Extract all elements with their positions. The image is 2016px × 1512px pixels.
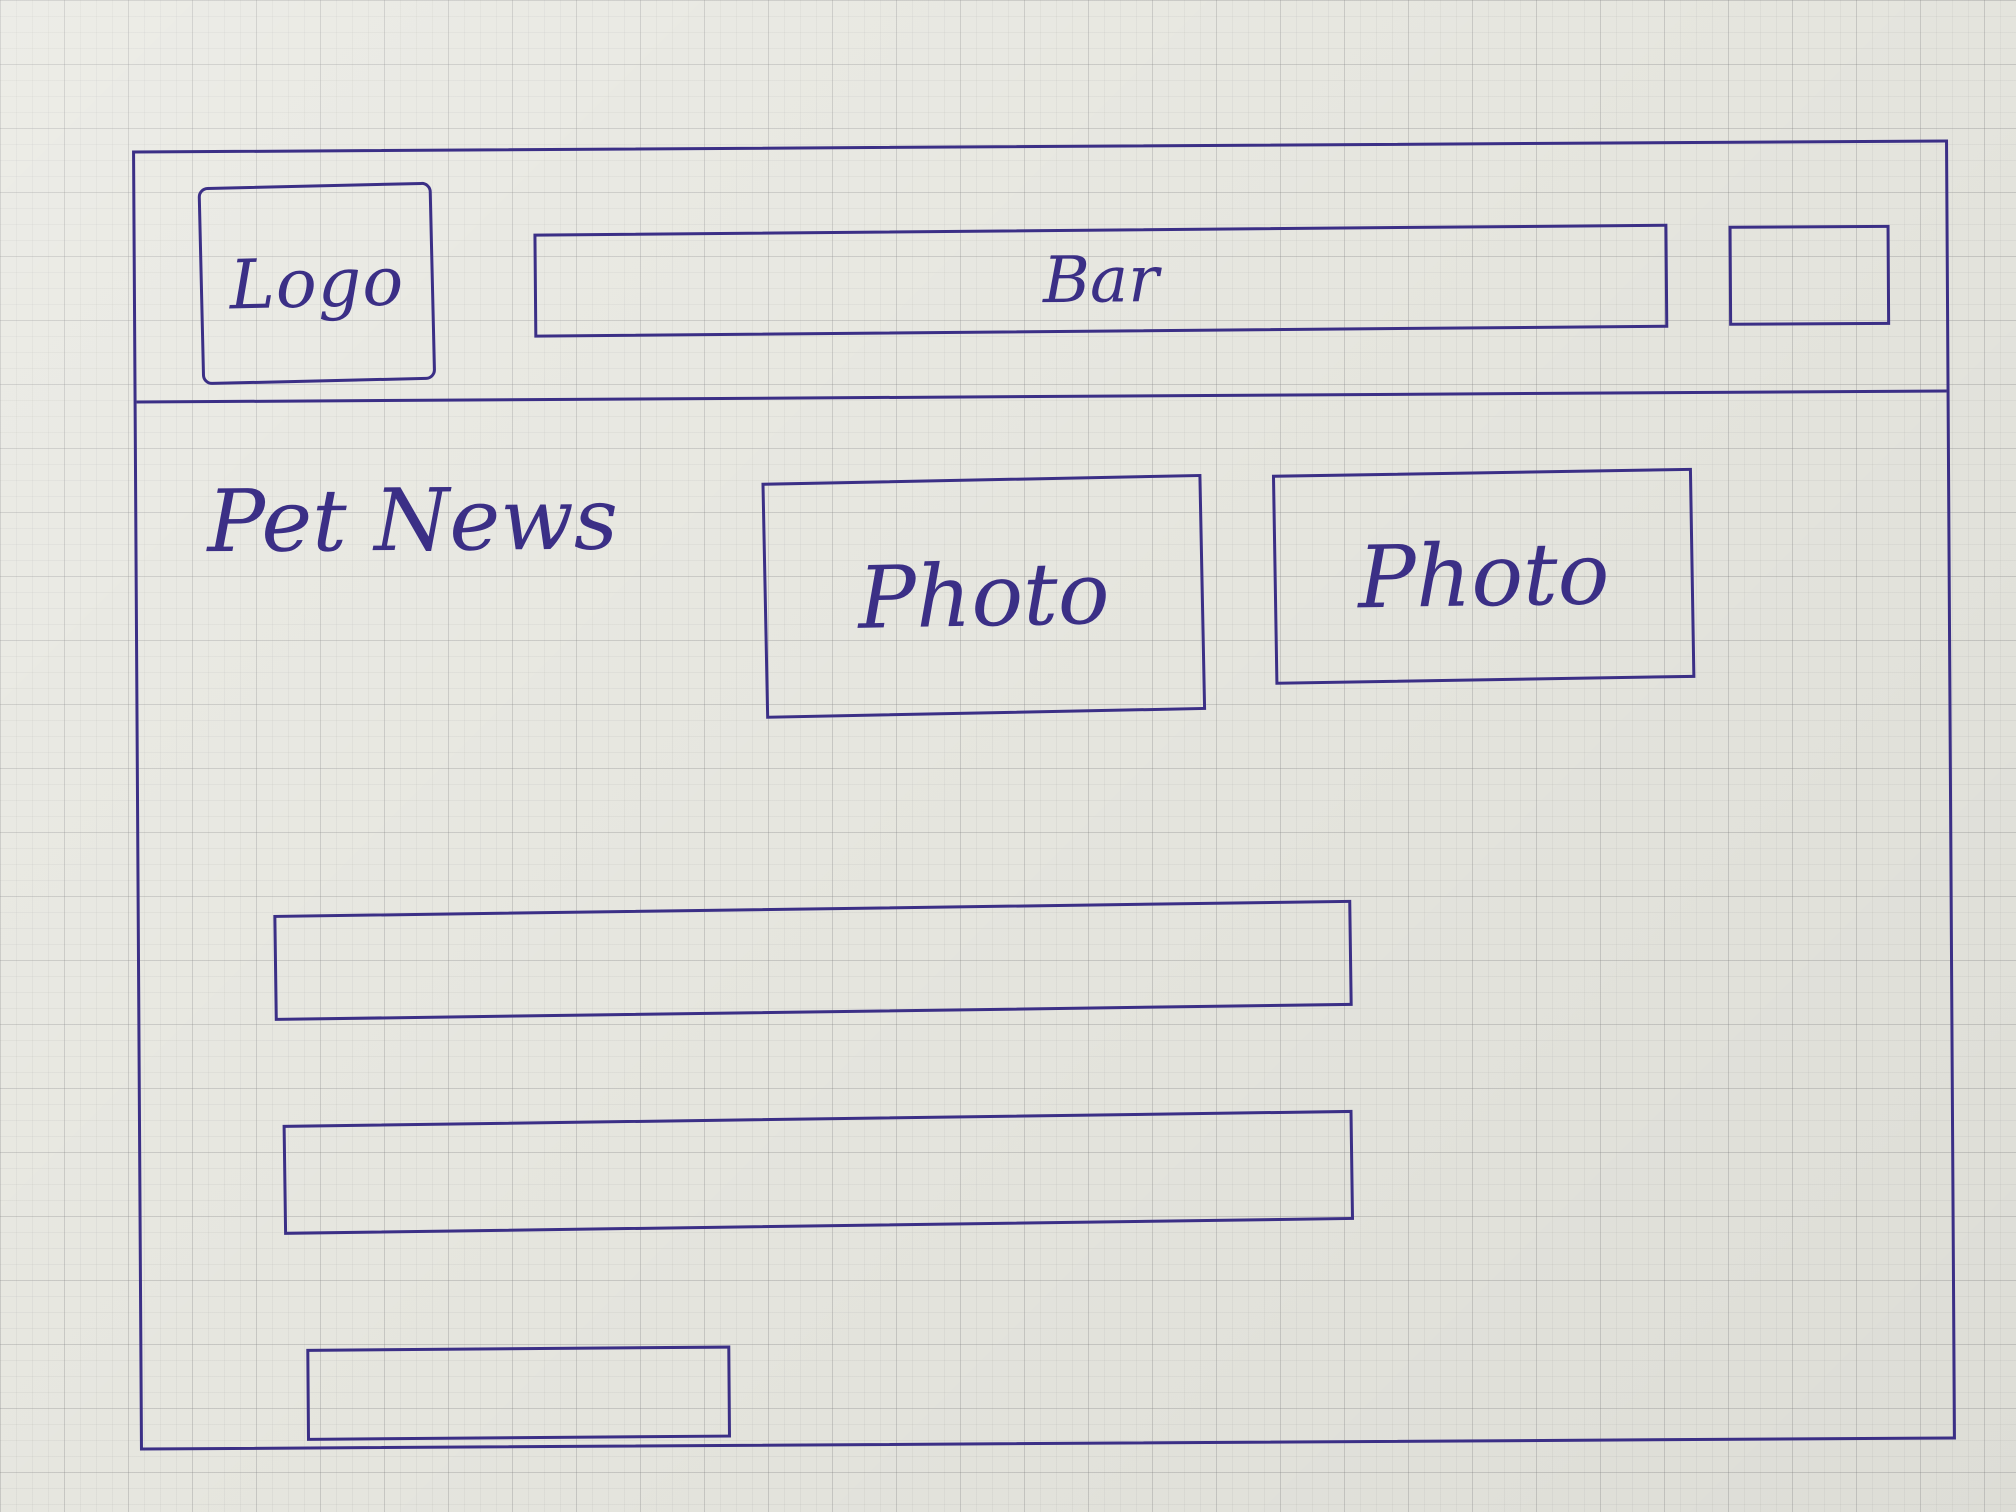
photo-card[interactable]: Photo	[1271, 467, 1696, 685]
page-title: Pet News	[207, 469, 619, 573]
photo-label: Photo	[1357, 524, 1611, 629]
browser-window: Logo Bar Pet News Photo Photo	[132, 139, 1956, 1451]
header-action-button[interactable]	[1728, 224, 1891, 326]
site-header: Logo Bar	[135, 142, 1947, 404]
logo-box[interactable]: Logo	[197, 181, 437, 386]
search-bar-label: Bar	[1042, 243, 1160, 319]
logo-label: Logo	[228, 241, 406, 325]
photo-label: Photo	[857, 543, 1111, 649]
photo-card[interactable]: Photo	[761, 473, 1207, 719]
search-bar[interactable]: Bar	[533, 223, 1669, 338]
bottom-button[interactable]	[306, 1345, 731, 1441]
content-bar[interactable]	[282, 1109, 1355, 1235]
content-bar[interactable]	[273, 899, 1353, 1021]
